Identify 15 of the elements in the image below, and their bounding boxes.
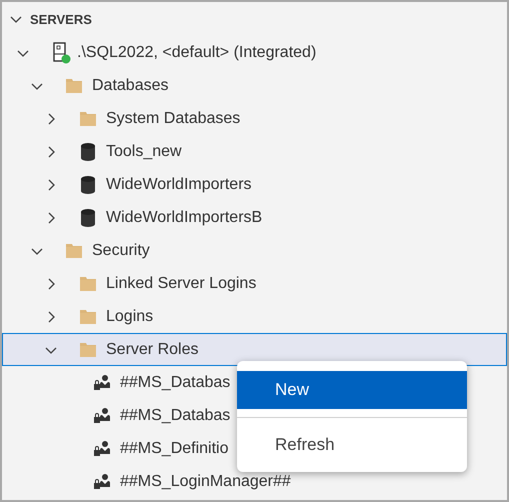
tree-item-label: ##MS_Databas	[120, 406, 230, 424]
tree-item-label: WideWorldImportersB	[106, 208, 262, 226]
tree-item-label: Linked Server Logins	[106, 274, 256, 292]
tree-item-label: System Databases	[106, 110, 240, 128]
tree-item-label: Server Roles	[106, 340, 198, 358]
tree-item-label: ##MS_Databas	[120, 374, 230, 392]
tree-item-label: Tools_new	[106, 142, 182, 160]
tree-item-label: Databases	[92, 76, 168, 94]
tree-item-label: WideWorldImporters	[106, 176, 252, 194]
section-title: SERVERS	[30, 12, 92, 26]
tree-item-label: ##MS_Definitio	[120, 440, 228, 458]
tree-item-label: .\SQL2022, <default> (Integrated)	[77, 44, 316, 62]
tree-item-label: ##MS_LoginManager##	[120, 472, 291, 490]
tree-item-label: Security	[92, 242, 150, 260]
tree-item-label: Logins	[106, 308, 154, 326]
